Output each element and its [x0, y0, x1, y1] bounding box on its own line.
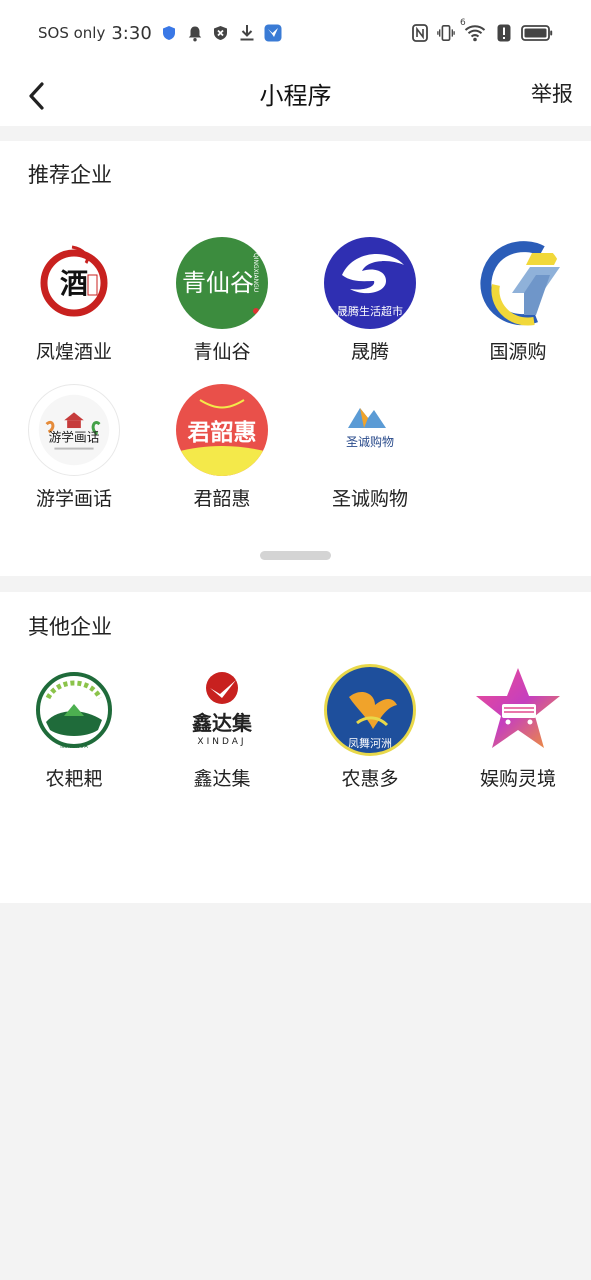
app-label: 游学画话 — [35, 488, 112, 510]
nonghuiduo-logo-text: 凤舞河洲 — [348, 737, 392, 750]
app-label: 国源购 — [489, 341, 547, 363]
vibrate-icon — [437, 24, 455, 42]
mini-app-youxuehuahua[interactable]: 游学画话 游学画话 — [0, 384, 148, 511]
battery-icon — [521, 24, 553, 42]
mini-app-xindaji[interactable]: 鑫达集 XINDAJ 鑫达集 — [148, 664, 296, 791]
app-label: 圣诚购物 — [331, 488, 408, 510]
sos-only-text: SOS only — [38, 24, 106, 42]
app-notification-icon — [264, 24, 282, 42]
yugoulingjing-logo — [472, 664, 564, 756]
mini-app-shengchenggouwu[interactable]: 圣诚购物 圣诚购物 — [296, 384, 444, 511]
fenghuang-logo-text: 酒 — [60, 267, 88, 300]
nav-bar: 小程序 举报 — [0, 66, 591, 126]
xindaji-logo-text: 鑫达集 — [192, 711, 253, 735]
mini-app-qingxiangu[interactable]: 青仙谷 QINGXIANGU 青仙谷 — [148, 237, 296, 364]
mini-app-yugoulingjing[interactable]: 娱购灵境 — [444, 664, 591, 791]
app-label: 晟腾 — [350, 341, 389, 363]
mini-app-shengteng[interactable]: 晟腾生活超市 晟腾 — [296, 237, 444, 364]
qingxiangu-logo-subtext: QINGXIANGU — [252, 253, 259, 292]
recommended-section: 推荐企业 酒 凤煌酒业 青仙谷 QINGXIANGU 青仙谷 晟腾生活超市 晟腾… — [0, 141, 591, 576]
youxuehuahua-logo-text: 游学画话 — [49, 430, 100, 445]
mini-app-nonghuiduo[interactable]: 凤舞河洲 农惠多 — [296, 664, 444, 791]
status-bar-right: 6 — [411, 18, 553, 46]
report-button[interactable]: 举报 — [531, 78, 573, 108]
shengteng-logo: 晟腾生活超市 — [324, 237, 416, 329]
app-label: 农耙耙 — [45, 768, 103, 790]
app-label: 凤煌酒业 — [35, 341, 112, 363]
nonghuiduo-logo: 凤舞河洲 — [324, 664, 416, 756]
other-section: 其他企业 NONGPAPA 农耙耙 鑫达集 XINDAJ 鑫达集 凤舞河洲 农惠… — [0, 592, 591, 903]
mini-app-nongpapa[interactable]: NONGPAPA 农耙耙 — [0, 664, 148, 791]
mini-app-junshaohui[interactable]: 君韶惠 君韶惠 — [148, 384, 296, 511]
status-time: 3:30 — [111, 22, 152, 44]
page-indicator — [260, 551, 331, 560]
nongpapa-logo-subtext: NONGPAPA — [60, 744, 88, 750]
app-label: 君韶惠 — [193, 488, 251, 510]
section-title-other: 其他企业 — [28, 615, 112, 639]
app-label: 鑫达集 — [193, 768, 251, 790]
download-icon — [238, 24, 256, 42]
section-title-recommended: 推荐企业 — [28, 163, 112, 187]
page-title: 小程序 — [259, 82, 332, 110]
shengchenggouwu-logo: 圣诚购物 — [324, 384, 416, 476]
mini-app-guoyuangou[interactable]: 国源购 — [444, 237, 591, 364]
qingxiangu-logo: 青仙谷 QINGXIANGU — [176, 237, 268, 329]
junshaohui-logo-text: 君韶惠 — [188, 419, 257, 446]
app-label: 农惠多 — [341, 768, 399, 790]
nongpapa-logo: NONGPAPA — [28, 664, 120, 756]
shengchenggouwu-logo-text: 圣诚购物 — [346, 434, 394, 449]
blocked-shield-icon — [212, 24, 230, 42]
status-bar-left: SOS only 3:30 — [38, 20, 282, 46]
nfc-icon — [411, 24, 429, 42]
network-badge: 6 — [460, 18, 466, 28]
bell-icon — [186, 24, 204, 42]
shengteng-logo-text: 晟腾生活超市 — [337, 304, 403, 318]
xindaji-logo-subtext: XINDAJ — [197, 737, 246, 747]
guoyuangou-logo — [472, 237, 564, 329]
mini-app-fenghuang[interactable]: 酒 凤煌酒业 — [0, 237, 148, 364]
wifi-icon: 6 — [460, 18, 487, 42]
shield-icon — [160, 24, 178, 42]
qingxiangu-logo-text: 青仙谷 — [182, 269, 254, 297]
status-bar: SOS only 3:30 6 — [0, 0, 591, 66]
xindaji-logo: 鑫达集 XINDAJ — [176, 664, 268, 756]
alert-signal-icon — [495, 24, 513, 42]
app-label: 娱购灵境 — [479, 768, 556, 790]
fenghuang-logo: 酒 — [28, 237, 120, 329]
app-label: 青仙谷 — [193, 341, 251, 363]
junshaohui-logo: 君韶惠 — [176, 384, 268, 476]
youxuehuahua-logo: 游学画话 — [28, 384, 120, 476]
